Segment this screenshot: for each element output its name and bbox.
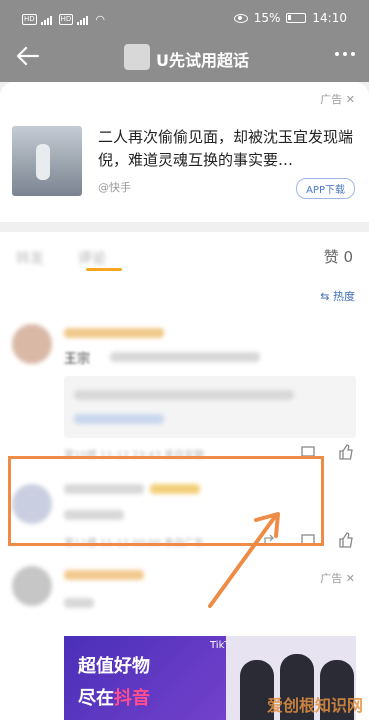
ad-text-blur bbox=[64, 598, 94, 608]
page-title: U先试用超话 bbox=[156, 51, 249, 70]
comment-prefix: 王宗 bbox=[64, 352, 91, 367]
status-bar: HD HD ◠ 15% 14:10 bbox=[0, 0, 369, 36]
ad-tag-label: 广告 bbox=[320, 93, 343, 106]
eye-icon bbox=[233, 13, 248, 23]
signal-icon-2 bbox=[77, 15, 91, 25]
app-download-button[interactable]: APP下载 bbox=[296, 178, 355, 199]
thumbs-up-icon[interactable] bbox=[338, 444, 354, 460]
arrow-left-icon bbox=[16, 46, 40, 66]
ad-tag-label: 广告 bbox=[320, 572, 343, 585]
ad-card[interactable]: 广告 ✕ 二人再次偷偷见面，却被沈玉宜发现端倪，难道灵魂互换的事实要… @快手 … bbox=[0, 82, 369, 222]
sort-bar: ⇆ 热度 bbox=[0, 280, 369, 308]
ad-title[interactable]: 二人再次偷偷见面，却被沈玉宜发现端倪，难道灵魂互换的事实要… bbox=[98, 126, 358, 172]
quote-line bbox=[74, 414, 164, 424]
comment-text-blur bbox=[110, 352, 260, 362]
ad-banner-line2: 尽在抖音 bbox=[78, 684, 150, 710]
username[interactable] bbox=[64, 328, 164, 338]
avatar[interactable] bbox=[12, 324, 52, 364]
quoted-reply[interactable] bbox=[64, 376, 356, 438]
ad-tag[interactable]: 广告 ✕ bbox=[320, 91, 355, 107]
username[interactable] bbox=[64, 570, 144, 580]
comment-text: 王宗 bbox=[64, 348, 90, 367]
sort-button[interactable]: ⇆ 热度 bbox=[320, 288, 355, 304]
header-area: HD HD ◠ 15% 14:10 U先试用超话 bbox=[0, 0, 369, 82]
ad-tag[interactable]: 广告 ✕ bbox=[320, 570, 355, 586]
status-right: 15% 14:10 bbox=[233, 11, 347, 25]
close-icon[interactable]: ✕ bbox=[346, 93, 355, 106]
ad-source: @快手 bbox=[98, 181, 131, 194]
hd-badge-1: HD bbox=[22, 14, 37, 25]
watermark: 爱创根知识网 bbox=[266, 696, 363, 715]
ad-banner-line2b: 抖音 bbox=[114, 688, 150, 709]
tab-comments[interactable]: 评论 bbox=[78, 248, 106, 268]
tab-likes[interactable]: 赞 0 bbox=[324, 246, 353, 267]
battery-icon bbox=[286, 13, 307, 23]
quote-line bbox=[74, 390, 294, 400]
close-icon[interactable]: ✕ bbox=[346, 572, 355, 585]
clock: 14:10 bbox=[312, 11, 347, 25]
battery-percent: 15% bbox=[253, 11, 281, 25]
ad-banner-line1: 超值好物 bbox=[78, 656, 150, 677]
hd-badge-2: HD bbox=[58, 14, 74, 25]
avatar[interactable] bbox=[12, 566, 52, 606]
more-menu-button[interactable] bbox=[335, 52, 355, 56]
signal-icon bbox=[40, 15, 55, 25]
sort-label: 热度 bbox=[333, 290, 355, 303]
comment-list: 王宗 第10楼 11-12 23:43 来自安徽 第11楼 11-12 00:0… bbox=[0, 308, 369, 720]
tab-indicator bbox=[86, 268, 122, 271]
tab-reposts[interactable]: 转发 bbox=[16, 248, 44, 268]
annotation-arrow-icon bbox=[208, 512, 280, 608]
sort-icon: ⇆ bbox=[320, 290, 330, 303]
thumbs-up-icon[interactable] bbox=[338, 532, 354, 548]
ad-thumbnail[interactable] bbox=[12, 126, 82, 196]
back-button[interactable] bbox=[14, 42, 42, 70]
ad-banner-line2a: 尽在 bbox=[78, 688, 114, 709]
tab-bar: 转发 评论 赞 0 bbox=[0, 232, 369, 280]
nav-bar: U先试用超话 bbox=[0, 38, 369, 78]
signal-group: HD HD ◠ bbox=[22, 13, 105, 26]
topic-avatar bbox=[124, 44, 150, 70]
wifi-icon: ◠ bbox=[95, 13, 105, 26]
